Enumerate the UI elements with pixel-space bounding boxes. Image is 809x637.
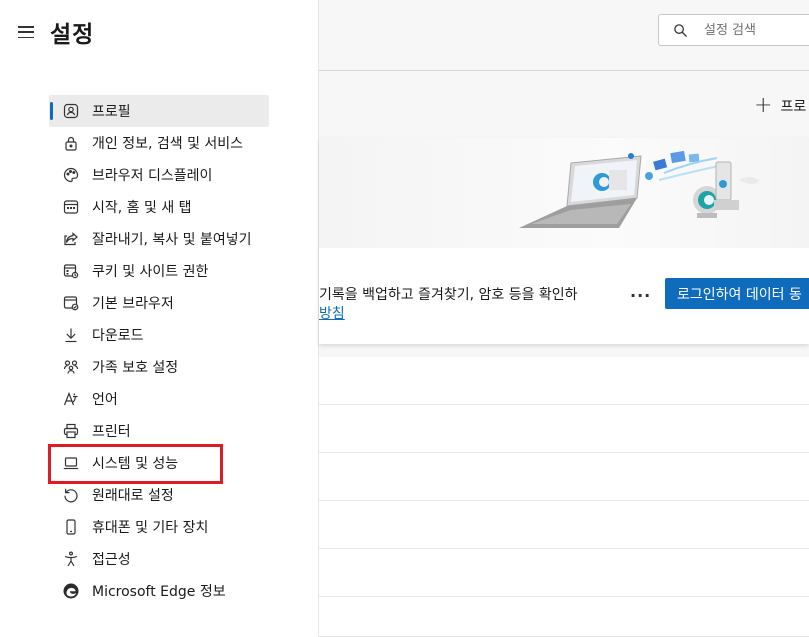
more-options-icon[interactable]: ··· [630, 286, 651, 305]
settings-menu: 프로필 개인 정보, 검색 및 서비스 브라우저 디스플레이 시작, 홈 및 새… [49, 95, 269, 607]
menu-item-about-edge[interactable]: Microsoft Edge 정보 [49, 575, 269, 607]
lock-icon [63, 135, 79, 151]
add-profile-label: 프로 [780, 99, 807, 115]
devices-illustration [519, 150, 759, 228]
menu-item-privacy[interactable]: 개인 정보, 검색 및 서비스 [49, 127, 269, 159]
menu-item-start-home[interactable]: 시작, 홈 및 새 탭 [49, 191, 269, 223]
menu-item-phone-devices[interactable]: 휴대폰 및 기타 장치 [49, 511, 269, 543]
sign-in-sync-button[interactable]: 로그인하여 데이터 동 [665, 278, 809, 309]
settings-row[interactable] [319, 597, 809, 637]
settings-row[interactable] [319, 501, 809, 549]
hamburger-menu-icon[interactable] [18, 26, 34, 38]
menu-item-appearance[interactable]: 브라우저 디스플레이 [49, 159, 269, 191]
default-browser-icon [63, 295, 79, 311]
settings-row[interactable] [319, 357, 809, 405]
family-icon [63, 359, 79, 375]
menu-item-accessibility[interactable]: 접근성 [49, 543, 269, 575]
share-icon [63, 231, 79, 247]
phone-icon [63, 519, 79, 535]
privacy-link[interactable]: 방침 [319, 306, 345, 322]
menu-item-label: 언어 [92, 392, 118, 408]
menu-item-label: 브라우저 디스플레이 [92, 168, 213, 184]
search-input[interactable] [702, 21, 806, 39]
menu-item-languages[interactable]: 언어 [49, 383, 269, 415]
profile-icon [63, 103, 79, 119]
settings-row[interactable] [319, 549, 809, 597]
menu-item-label: 휴대폰 및 기타 장치 [92, 520, 209, 536]
settings-row[interactable] [319, 405, 809, 453]
printer-icon [63, 423, 79, 439]
menu-item-printers[interactable]: 프린터 [49, 415, 269, 447]
search-icon [674, 23, 688, 37]
menu-item-profile[interactable]: 프로필 [49, 95, 269, 127]
menu-item-label: 시스템 및 성능 [92, 456, 179, 472]
nav-header: 설정 [18, 14, 94, 50]
menu-item-label: 가족 보호 설정 [92, 360, 179, 376]
menu-item-system-performance[interactable]: 시스템 및 성능 [49, 447, 269, 479]
menu-item-reset-settings[interactable]: 원래대로 설정 [49, 479, 269, 511]
sync-description: 기록을 백업하고 즐겨찾기, 암호 등을 확인하 [319, 287, 578, 303]
settings-row[interactable] [319, 453, 809, 501]
palette-icon [63, 167, 79, 183]
site-permissions-icon [63, 263, 79, 279]
plus-icon: + [754, 93, 773, 118]
menu-item-label: 원래대로 설정 [92, 488, 174, 504]
reset-icon [63, 487, 79, 503]
start-page-icon [63, 199, 79, 215]
accessibility-icon [63, 551, 79, 567]
page-title: 설정 [50, 22, 95, 48]
menu-item-label: 시작, 홈 및 새 탭 [92, 200, 192, 216]
hero-banner [319, 138, 809, 248]
settings-nav: 설정 프로필 개인 정보, 검색 및 서비스 브라우저 디스플레이 시작, 홈 … [0, 0, 319, 637]
menu-item-label: 프린터 [92, 424, 131, 440]
menu-item-label: Microsoft Edge 정보 [92, 584, 226, 600]
download-icon [63, 327, 79, 343]
menu-item-label: 다운로드 [92, 328, 144, 344]
language-icon [63, 391, 79, 407]
menu-item-label: 접근성 [92, 552, 131, 568]
menu-item-default-browser[interactable]: 기본 브라우저 [49, 287, 269, 319]
profile-card-text: 기록을 백업하고 즐겨찾기, 암호 등을 확인하 방침 [319, 286, 578, 324]
menu-item-label: 쿠키 및 사이트 권한 [92, 264, 209, 280]
menu-item-family-safety[interactable]: 가족 보호 설정 [49, 351, 269, 383]
profile-card: 기록을 백업하고 즐겨찾기, 암호 등을 확인하 방침 ··· 로그인하여 데이… [319, 138, 809, 344]
menu-item-label: 개인 정보, 검색 및 서비스 [92, 136, 244, 152]
add-profile-button[interactable]: + 프로 [754, 93, 807, 118]
menu-item-label: 프로필 [92, 104, 131, 120]
menu-item-label: 잘라내기, 복사 및 붙여넣기 [92, 232, 252, 248]
laptop-icon [63, 455, 79, 471]
edge-logo-icon [63, 583, 79, 599]
menu-item-downloads[interactable]: 다운로드 [49, 319, 269, 351]
menu-item-cookies-permissions[interactable]: 쿠키 및 사이트 권한 [49, 255, 269, 287]
menu-item-share-copy-paste[interactable]: 잘라내기, 복사 및 붙여넣기 [49, 223, 269, 255]
menu-item-label: 기본 브라우저 [92, 296, 174, 312]
search-box[interactable] [658, 14, 809, 46]
